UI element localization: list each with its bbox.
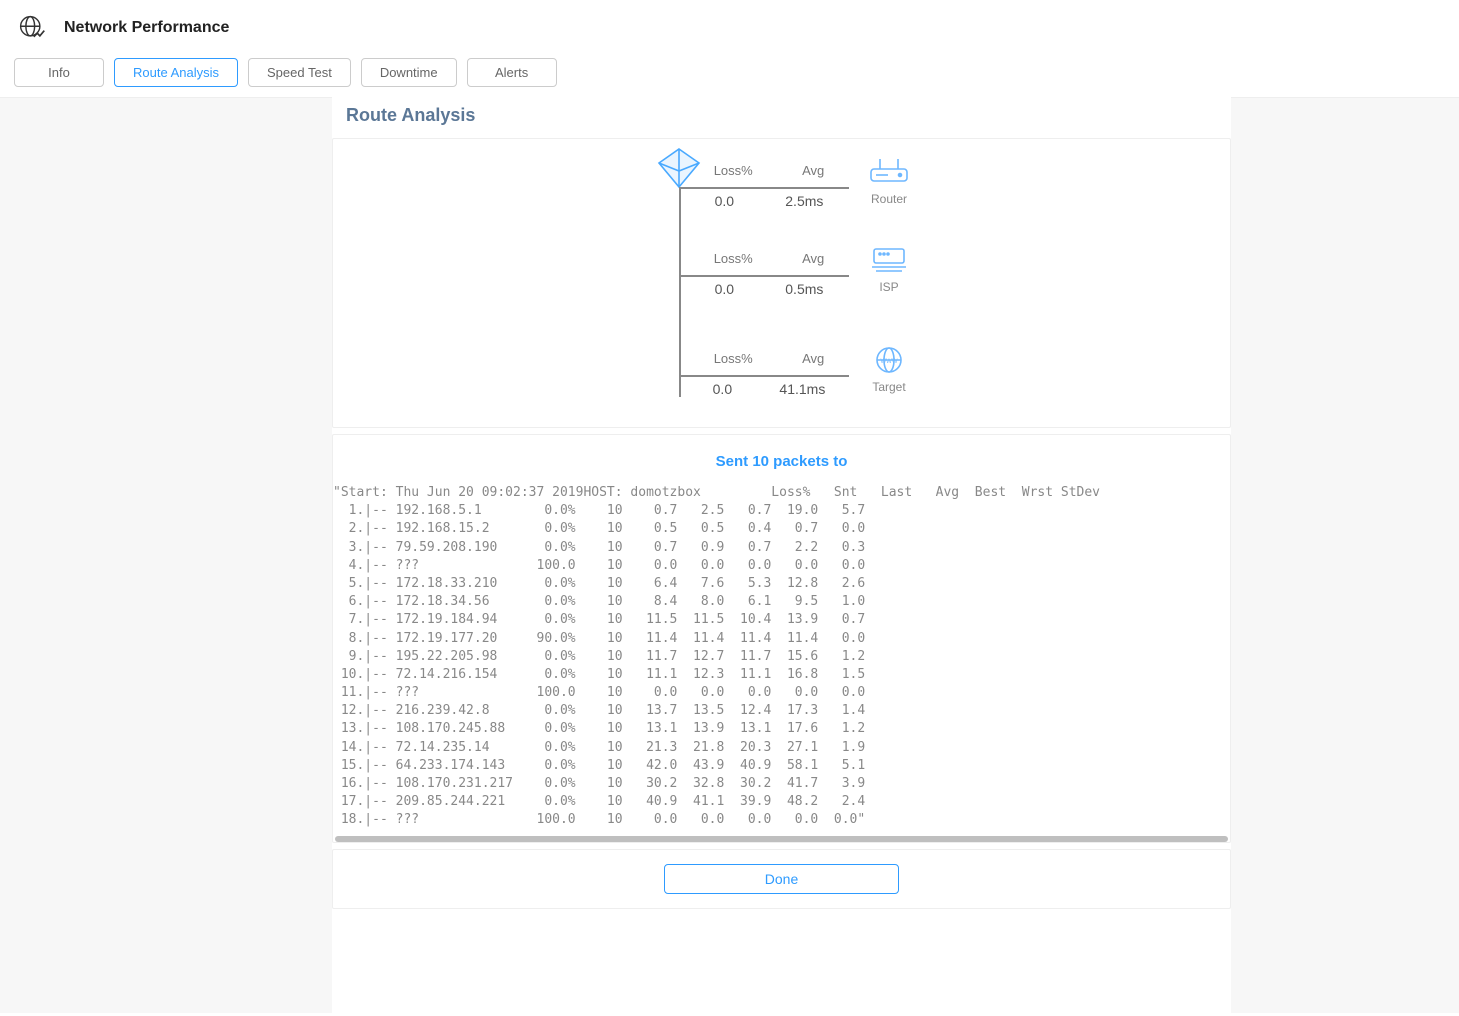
svg-text:WWW: WWW xyxy=(881,359,898,365)
globe-www-icon: WWW xyxy=(868,362,910,378)
router-label: Router xyxy=(859,192,919,206)
route-diagram-card: Loss% Avg 0.0 2.5ms xyxy=(332,138,1231,428)
target-label: Target xyxy=(859,380,919,394)
horizontal-scrollbar[interactable] xyxy=(335,836,1228,842)
footer-card: Done xyxy=(332,849,1231,909)
router-icon xyxy=(868,174,910,190)
col-avg-label: Avg xyxy=(802,251,824,266)
header: Network Performance xyxy=(0,0,1459,52)
diagram-row-router: Loss% Avg 0.0 2.5ms xyxy=(679,165,919,215)
section-title: Route Analysis xyxy=(332,97,1231,138)
router-avg-value: 2.5ms xyxy=(785,193,823,209)
tabs: Info Route Analysis Speed Test Downtime Aler… xyxy=(0,52,1459,97)
tab-info[interactable]: Info xyxy=(14,58,104,87)
target-loss-value: 0.0 xyxy=(713,381,732,397)
col-loss-label: Loss% xyxy=(714,251,753,266)
router-loss-value: 0.0 xyxy=(715,193,734,209)
sent-packets-line: Sent 10 packets to xyxy=(333,435,1230,482)
traceroute-output[interactable]: "Start: Thu Jun 20 09:02:37 2019HOST: do… xyxy=(333,482,1230,836)
col-loss-label: Loss% xyxy=(714,351,753,366)
diagram-row-target: Loss% Avg 0.0 41.1ms xyxy=(679,353,919,403)
isp-loss-value: 0.0 xyxy=(715,281,734,297)
right-gutter xyxy=(1231,97,1459,1013)
col-avg-label: Avg xyxy=(802,163,824,178)
tab-alerts[interactable]: Alerts xyxy=(467,58,557,87)
isp-icon xyxy=(868,262,910,278)
tab-downtime[interactable]: Downtime xyxy=(361,58,457,87)
target-avg-value: 41.1ms xyxy=(779,381,825,397)
isp-label: ISP xyxy=(859,280,919,294)
isp-avg-value: 0.5ms xyxy=(785,281,823,297)
col-avg-label: Avg xyxy=(802,351,824,366)
diagram-row-isp: Loss% Avg 0.0 0.5ms xyxy=(679,253,919,303)
tab-route-analysis[interactable]: Route Analysis xyxy=(114,58,238,87)
left-gutter xyxy=(0,97,332,1013)
col-loss-label: Loss% xyxy=(714,163,753,178)
tab-speed-test[interactable]: Speed Test xyxy=(248,58,351,87)
globe-trend-icon xyxy=(18,14,46,42)
page-title: Network Performance xyxy=(64,19,229,37)
done-button[interactable]: Done xyxy=(664,864,899,894)
trace-card: Sent 10 packets to "Start: Thu Jun 20 09… xyxy=(332,434,1231,843)
